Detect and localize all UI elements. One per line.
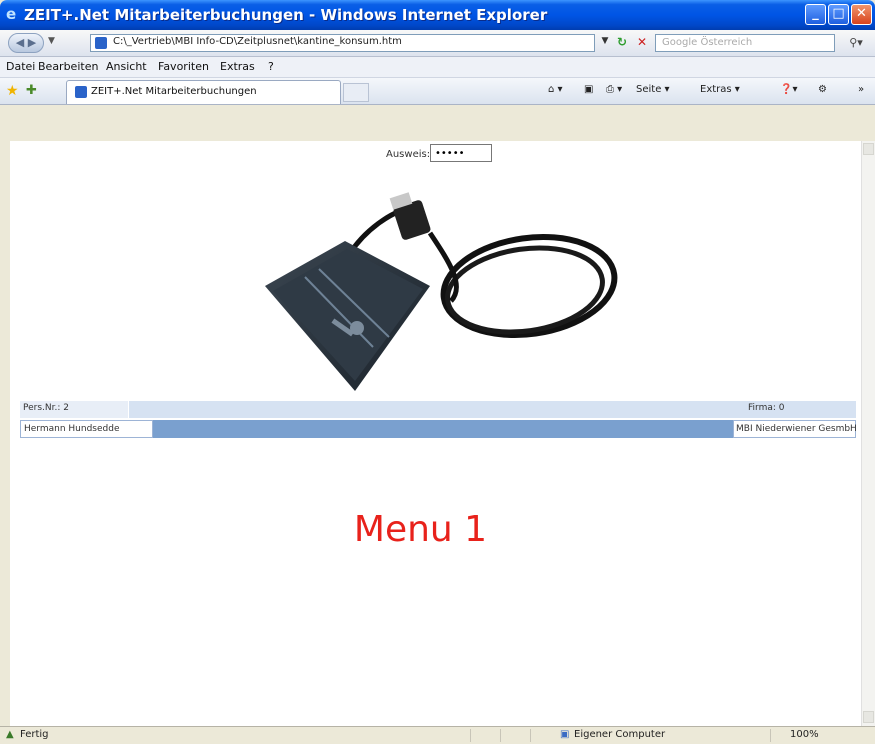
employee-name-field: Hermann Hundsedde bbox=[20, 420, 153, 438]
new-tab-button[interactable] bbox=[343, 83, 369, 102]
menu-bar: Datei Bearbeiten Ansicht Favoriten Extra… bbox=[0, 57, 875, 78]
chevron-more-icon[interactable]: » bbox=[858, 84, 864, 95]
tab-active[interactable]: ZEIT+.Net Mitarbeiterbuchungen bbox=[66, 80, 341, 104]
refresh-icon[interactable]: ↻ bbox=[614, 35, 630, 51]
tab-bar: ★ ✚ ZEIT+.Net Mitarbeiterbuchungen ⌂ ▾ ▣… bbox=[0, 78, 875, 105]
zoom-level[interactable]: 100% bbox=[790, 729, 819, 740]
add-favorite-icon[interactable]: ✚ bbox=[26, 83, 37, 98]
card-reader-image bbox=[265, 192, 618, 391]
page-content: Ausweis: ••••• Pers.Nr.: 2 Firma: 0 Herm… bbox=[10, 141, 861, 726]
address-dropdown-icon[interactable]: ▼ bbox=[598, 36, 612, 50]
company-name-field: MBI Niederwiener GesmbH bbox=[733, 420, 857, 438]
maximize-button[interactable]: □ bbox=[828, 4, 849, 25]
security-zone: Eigener Computer bbox=[574, 729, 666, 740]
window-title: ZEIT+.Net Mitarbeiterbuchungen - Windows… bbox=[24, 6, 548, 24]
internet-explorer-icon: e bbox=[6, 5, 17, 23]
scroll-down-button[interactable] bbox=[863, 711, 874, 723]
home-icon[interactable]: ⌂ ▾ bbox=[548, 84, 563, 95]
status-divider bbox=[470, 729, 471, 742]
title-bar[interactable]: e ZEIT+.Net Mitarbeiterbuchungen - Windo… bbox=[0, 0, 875, 30]
research-icon[interactable]: ⚙ bbox=[818, 84, 827, 95]
print-icon[interactable]: ⎙ ▾ bbox=[606, 84, 622, 95]
ausweis-input[interactable] bbox=[430, 144, 492, 162]
menu-ansicht[interactable]: Ansicht bbox=[106, 60, 147, 73]
status-divider bbox=[770, 729, 771, 742]
close-button[interactable]: ✕ bbox=[851, 4, 872, 25]
status-divider bbox=[530, 729, 531, 742]
ausweis-label: Ausweis: bbox=[386, 149, 431, 160]
menu-extras[interactable]: Extras bbox=[220, 60, 255, 73]
vertical-scrollbar[interactable] bbox=[861, 141, 875, 726]
search-icon[interactable]: ⚲▾ bbox=[843, 34, 869, 52]
back-forward-button[interactable]: ◀ ▶ bbox=[8, 33, 44, 53]
menu-bearbeiten[interactable]: Bearbeiten bbox=[38, 60, 98, 73]
search-placeholder: Google Österreich bbox=[662, 37, 753, 48]
page-menu[interactable]: Seite ▾ bbox=[636, 84, 670, 95]
company-name: MBI Niederwiener GesmbH bbox=[736, 424, 857, 434]
computer-zone-icon: ▣ bbox=[560, 729, 570, 740]
status-text: Fertig bbox=[20, 729, 49, 740]
employee-info-row: Hermann Hundsedde MBI Niederwiener Gesmb… bbox=[20, 420, 857, 438]
personnel-info-row: Pers.Nr.: 2 Firma: 0 bbox=[20, 401, 856, 418]
tools-menu[interactable]: Extras ▾ bbox=[700, 84, 740, 95]
browser-window: e ZEIT+.Net Mitarbeiterbuchungen - Windo… bbox=[0, 0, 875, 744]
status-bar: ▲ Fertig ▣ Eigener Computer 100% bbox=[0, 726, 875, 744]
address-toolbar: ◀ ▶ ▼ C:\_Vertrieb\MBI Info-CD\Zeitplusn… bbox=[0, 30, 875, 57]
stop-icon[interactable]: ✕ bbox=[634, 35, 650, 51]
menu-favoriten[interactable]: Favoriten bbox=[158, 60, 209, 73]
page-done-icon: ▲ bbox=[6, 729, 14, 740]
status-divider bbox=[500, 729, 501, 742]
help-icon[interactable]: ❓▾ bbox=[780, 84, 797, 95]
url-text: C:\_Vertrieb\MBI Info-CD\Zeitplusnet\kan… bbox=[113, 36, 402, 47]
history-dropdown-icon[interactable]: ▼ bbox=[48, 36, 55, 46]
address-field[interactable]: C:\_Vertrieb\MBI Info-CD\Zeitplusnet\kan… bbox=[90, 34, 595, 52]
menu-help[interactable]: ? bbox=[268, 60, 274, 73]
page-icon bbox=[95, 37, 107, 49]
pers-nr: Pers.Nr.: 2 bbox=[23, 403, 69, 413]
tab-title: ZEIT+.Net Mitarbeiterbuchungen bbox=[91, 86, 257, 97]
search-input[interactable]: Google Österreich bbox=[655, 34, 835, 52]
pers-nr-cell: Pers.Nr.: 2 bbox=[20, 401, 129, 418]
menu-datei[interactable]: Datei bbox=[6, 60, 35, 73]
employee-name: Hermann Hundsedde bbox=[24, 424, 120, 434]
feeds-icon[interactable]: ▣ bbox=[584, 84, 593, 95]
favorites-star-icon[interactable]: ★ bbox=[6, 83, 19, 99]
menu-heading: Menu 1 bbox=[353, 509, 488, 550]
minimize-button[interactable]: _ bbox=[805, 4, 826, 25]
scroll-up-button[interactable] bbox=[863, 143, 874, 155]
tab-page-icon bbox=[75, 86, 87, 98]
firma: Firma: 0 bbox=[748, 403, 785, 413]
